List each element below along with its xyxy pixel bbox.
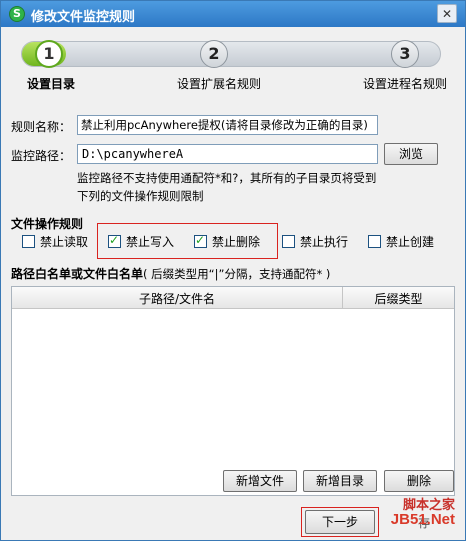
column-header-path[interactable]: 子路径/文件名 bbox=[12, 290, 342, 307]
file-ops-title: 文件操作规则 bbox=[11, 217, 84, 231]
add-file-button[interactable]: 新增文件 bbox=[223, 470, 297, 492]
step-3-label: 设置进程名规则 bbox=[363, 77, 448, 91]
whitelist-table-header: 子路径/文件名 后缀类型 bbox=[12, 287, 454, 309]
path-hint-line-2: 下列的文件操作规则限制 bbox=[77, 189, 204, 203]
title-bar: S 修改文件监控规则 ✕ bbox=[1, 1, 465, 27]
path-input[interactable] bbox=[77, 144, 378, 164]
step-1-indicator: 1 bbox=[35, 40, 63, 68]
watermark-line-2: JB51.Net bbox=[390, 511, 455, 528]
step-2-indicator: 2 bbox=[200, 40, 228, 68]
delete-button[interactable]: 删除 bbox=[384, 470, 454, 492]
whitelist-title: 路径白名单或文件白名单 bbox=[11, 267, 144, 281]
deny-execute-checkbox[interactable] bbox=[282, 235, 295, 248]
deny-write-checkbox[interactable] bbox=[108, 233, 121, 248]
deny-delete-label: 禁止删除 bbox=[212, 235, 261, 249]
step-progress-bar bbox=[21, 41, 441, 67]
next-button[interactable]: 下一步 bbox=[305, 510, 375, 534]
browse-button[interactable]: 浏览 bbox=[384, 143, 438, 165]
path-label: 监控路径： bbox=[11, 149, 72, 163]
deny-write-label: 禁止写入 bbox=[126, 235, 175, 249]
app-logo-icon: S bbox=[9, 6, 25, 22]
deny-read-checkbox[interactable] bbox=[22, 235, 35, 248]
dialog-window: S 修改文件监控规则 ✕ 1 2 3 设置目录 设置扩展名规则 设置进程名规则 … bbox=[0, 0, 466, 541]
deny-delete-checkbox[interactable] bbox=[194, 233, 207, 248]
step-wizard: 1 2 3 设置目录 设置扩展名规则 设置进程名规则 bbox=[1, 31, 465, 95]
window-title: 修改文件监控规则 bbox=[31, 10, 136, 25]
step-1-label: 设置目录 bbox=[27, 77, 76, 91]
column-header-suffix[interactable]: 后缀类型 bbox=[343, 290, 454, 307]
add-directory-button[interactable]: 新增目录 bbox=[303, 470, 377, 492]
step-3-indicator: 3 bbox=[391, 40, 419, 68]
deny-execute-label: 禁止执行 bbox=[300, 235, 349, 249]
deny-create-checkbox[interactable] bbox=[368, 235, 381, 248]
whitelist-table[interactable]: 子路径/文件名 后缀类型 bbox=[11, 286, 455, 496]
deny-read-label: 禁止读取 bbox=[40, 235, 89, 249]
site-watermark: 脚本之家 JB51.Net bbox=[371, 494, 459, 536]
deny-create-label: 禁止创建 bbox=[386, 235, 435, 249]
rule-name-label: 规则名称： bbox=[11, 120, 72, 134]
whitelist-heading: 路径白名单或文件白名单( 后缀类型用“|”分隔，支持通配符* ) bbox=[11, 265, 330, 282]
close-button[interactable]: ✕ bbox=[437, 4, 457, 23]
step-2-label: 设置扩展名规则 bbox=[177, 77, 262, 91]
rule-name-input[interactable] bbox=[77, 115, 378, 135]
path-hint-line-1: 监控路径不支持使用通配符*和?，其所有的子目录页将受到 bbox=[77, 171, 377, 185]
whitelist-subtitle: ( 后缀类型用“|”分隔，支持通配符* ) bbox=[143, 267, 331, 281]
